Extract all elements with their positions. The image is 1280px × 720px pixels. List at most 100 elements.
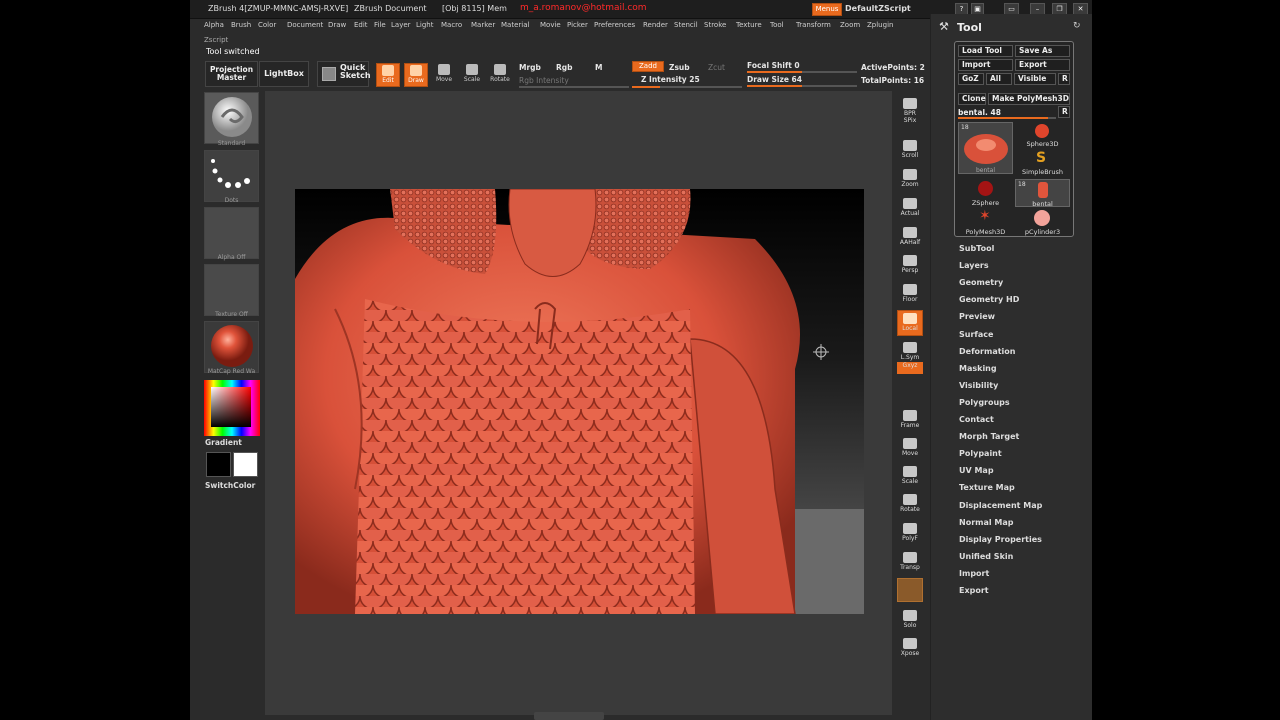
zadd-button[interactable]: Zadd — [632, 61, 664, 72]
subpalette-normal-map[interactable]: Normal Map — [959, 518, 1013, 527]
subpalette-layers[interactable]: Layers — [959, 261, 989, 270]
tool-thumb-sphere3d[interactable]: Sphere3D — [1015, 122, 1070, 148]
rotate-button[interactable]: Rotate — [488, 63, 512, 87]
zsub-button[interactable]: Zsub — [669, 63, 690, 72]
draw-size-track[interactable] — [747, 85, 857, 87]
primary-color-swatch[interactable] — [233, 452, 258, 477]
rstrip-actual-button[interactable]: Actual — [897, 196, 923, 222]
subpalette-preview[interactable]: Preview — [959, 312, 995, 321]
draw-size-slider[interactable]: Draw Size 64 — [747, 75, 802, 84]
rstrip-scale-button[interactable]: Scale — [897, 464, 923, 490]
subpalette-import[interactable]: Import — [959, 569, 989, 578]
edit-button[interactable]: Edit — [376, 63, 400, 87]
subpalette-morph-target[interactable]: Morph Target — [959, 432, 1019, 441]
brush-thumb[interactable] — [204, 92, 259, 144]
menu-layer[interactable]: Layer — [391, 21, 411, 29]
color-picker[interactable] — [204, 380, 260, 436]
rstrip-polyf-button[interactable]: PolyF — [897, 521, 923, 547]
goz-button[interactable]: GoZ — [958, 73, 984, 85]
menu-render[interactable]: Render — [643, 21, 668, 29]
current-tool-slider[interactable]: bental. 48 — [958, 108, 1056, 119]
subpalette-polypaint[interactable]: Polypaint — [959, 449, 1002, 458]
menu-tool[interactable]: Tool — [770, 21, 784, 29]
menu-material[interactable]: Material — [501, 21, 529, 29]
rstrip-transp-button[interactable]: Transp — [897, 550, 923, 576]
lightbox-button[interactable]: LightBox — [259, 61, 309, 87]
menu-movie[interactable]: Movie — [540, 21, 561, 29]
tool-palette-title[interactable]: Tool — [957, 21, 982, 34]
tool-thumb-bental[interactable]: 18 bental — [958, 122, 1013, 174]
rstrip-spix-button[interactable]: SPix — [897, 117, 923, 129]
subpalette-subtool[interactable]: SubTool — [959, 244, 994, 253]
subpalette-surface[interactable]: Surface — [959, 330, 993, 339]
canvas-area[interactable] — [265, 91, 892, 715]
menu-zoom[interactable]: Zoom — [840, 21, 860, 29]
subpalette-geometry-hd[interactable]: Geometry HD — [959, 295, 1019, 304]
menu-file[interactable]: File — [374, 21, 386, 29]
subpalette-polygroups[interactable]: Polygroups — [959, 398, 1010, 407]
switch-color-button[interactable]: SwitchColor — [205, 481, 255, 490]
document-viewport[interactable] — [295, 189, 864, 614]
import-button[interactable]: Import — [958, 59, 1013, 71]
menu-light[interactable]: Light — [416, 21, 433, 29]
all-button[interactable]: All — [986, 73, 1012, 85]
m-button[interactable]: M — [595, 63, 602, 72]
rgb-intensity-track[interactable] — [519, 86, 629, 88]
rstrip-gxyz-button[interactable]: Gxyz — [897, 362, 923, 374]
subpalette-export[interactable]: Export — [959, 586, 989, 595]
subpalette-masking[interactable]: Masking — [959, 364, 997, 373]
menu-picker[interactable]: Picker — [567, 21, 588, 29]
menu-preferences[interactable]: Preferences — [594, 21, 635, 29]
rgb-button[interactable]: Rgb — [556, 63, 573, 72]
rstrip-zoom-button[interactable]: Zoom — [897, 167, 923, 193]
focal-shift-slider[interactable]: Focal Shift 0 — [747, 61, 800, 70]
alpha-thumb[interactable] — [204, 207, 259, 259]
menus-button[interactable]: Menus — [812, 3, 842, 16]
rstrip-scroll-button[interactable]: Scroll — [897, 138, 923, 164]
rstrip-solo-button[interactable]: Solo — [897, 608, 923, 634]
load-tool-button[interactable]: Load Tool — [958, 45, 1013, 57]
zscript-menu[interactable]: Zscript — [204, 36, 228, 44]
refresh-icon[interactable]: ↻ — [1073, 21, 1081, 31]
subpalette-displacement-map[interactable]: Displacement Map — [959, 501, 1042, 510]
subpalette-contact[interactable]: Contact — [959, 415, 994, 424]
rstrip-rotate-button[interactable]: Rotate — [897, 492, 923, 518]
z-intensity-track[interactable] — [632, 86, 742, 88]
r-button-2[interactable]: R — [1058, 106, 1070, 118]
rstrip-swatch[interactable] — [897, 578, 923, 602]
tool-thumb-pcylinder3[interactable]: pCylinder3 — [1015, 208, 1070, 236]
tool-thumb-bental-2[interactable]: 18 bental — [1015, 179, 1070, 208]
draw-button[interactable]: Draw — [404, 63, 428, 87]
save-as-button[interactable]: Save As — [1015, 45, 1070, 57]
r-button[interactable]: R — [1058, 73, 1070, 85]
tool-thumb-simplebrush[interactable]: S SimpleBrush — [1015, 150, 1070, 176]
rstrip-move-button[interactable]: Move — [897, 436, 923, 462]
menu-document[interactable]: Document — [287, 21, 323, 29]
tool-thumb-polymesh3d[interactable]: ✶ PolyMesh3D — [958, 208, 1013, 236]
default-zscript-button[interactable]: DefaultZScript — [845, 4, 911, 13]
menu-zplugin[interactable]: Zplugin — [867, 21, 893, 29]
clone-button[interactable]: Clone — [958, 93, 986, 105]
menu-stroke[interactable]: Stroke — [704, 21, 726, 29]
z-intensity-slider[interactable]: Z Intensity 25 — [641, 75, 700, 84]
bottom-tray-toggle[interactable] — [534, 712, 604, 720]
material-thumb[interactable] — [204, 321, 259, 373]
menu-alpha[interactable]: Alpha — [204, 21, 224, 29]
subpalette-deformation[interactable]: Deformation — [959, 347, 1015, 356]
gradient-label[interactable]: Gradient — [205, 438, 242, 447]
mrgb-button[interactable]: Mrgb — [519, 63, 541, 72]
subpalette-unified-skin[interactable]: Unified Skin — [959, 552, 1013, 561]
zcut-button[interactable]: Zcut — [708, 63, 725, 72]
menu-marker[interactable]: Marker — [471, 21, 495, 29]
rstrip-floor-button[interactable]: Floor — [897, 282, 923, 308]
rstrip-aahalf-button[interactable]: AAHalf — [897, 225, 923, 251]
subpalette-texture-map[interactable]: Texture Map — [959, 483, 1015, 492]
menu-color[interactable]: Color — [258, 21, 276, 29]
menu-edit[interactable]: Edit — [354, 21, 368, 29]
secondary-color-swatch[interactable] — [206, 452, 231, 477]
subpalette-geometry[interactable]: Geometry — [959, 278, 1003, 287]
rstrip-persp-button[interactable]: Persp — [897, 253, 923, 279]
visible-button[interactable]: Visible — [1014, 73, 1056, 85]
scale-button[interactable]: Scale — [460, 63, 484, 87]
subpalette-display-properties[interactable]: Display Properties — [959, 535, 1042, 544]
